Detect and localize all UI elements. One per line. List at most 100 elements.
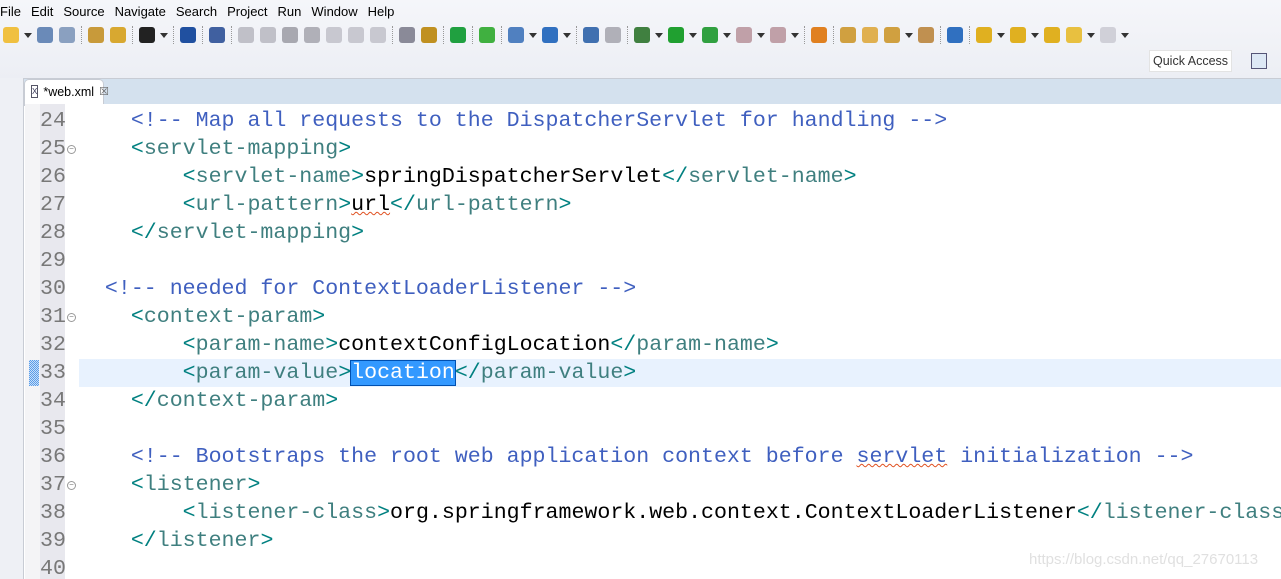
dropdown-arrow-icon[interactable] (563, 31, 571, 39)
xml-tag-name: listener (143, 473, 248, 497)
skip-breakpoints-icon[interactable] (209, 27, 225, 43)
code-line[interactable]: <context-param> (79, 303, 1281, 331)
line-number: 32 (40, 333, 66, 357)
dropdown-arrow-icon[interactable] (1087, 31, 1095, 39)
xml-comment: initialization --> (947, 445, 1194, 469)
line-number: 31 (40, 305, 66, 329)
dropdown-arrow-icon[interactable] (1031, 31, 1039, 39)
menu-edit[interactable]: Edit (31, 3, 60, 23)
dropdown-arrow-icon[interactable] (529, 31, 537, 39)
code-line[interactable] (79, 247, 1281, 275)
save-icon[interactable] (37, 27, 53, 43)
dropdown-arrow-icon[interactable] (24, 31, 32, 39)
code-line[interactable]: <servlet-mapping> (79, 135, 1281, 163)
next-annotation-icon[interactable] (976, 27, 992, 43)
run-icon[interactable] (668, 27, 684, 43)
new-spring-icon[interactable] (542, 27, 558, 43)
dropdown-arrow-icon[interactable] (723, 31, 731, 39)
spring-boot-icon[interactable] (450, 27, 466, 43)
close-icon[interactable]: ☒ (99, 85, 109, 106)
back-icon[interactable] (1066, 27, 1082, 43)
code-line[interactable]: <param-value>location</param-value> (79, 359, 1281, 387)
dropdown-arrow-icon[interactable] (757, 31, 765, 39)
pen-icon[interactable] (884, 27, 900, 43)
disconnect-icon[interactable] (304, 27, 320, 43)
quick-access-input[interactable]: Quick Access (1149, 50, 1232, 72)
code-line[interactable] (79, 415, 1281, 443)
forward-icon[interactable] (1100, 27, 1116, 43)
code-line[interactable]: <!-- Map all requests to the DispatcherS… (79, 107, 1281, 135)
code-line[interactable]: <url-pattern>url</url-pattern> (79, 191, 1281, 219)
dropdown-arrow-icon[interactable] (997, 31, 1005, 39)
menu-search[interactable]: Search (176, 3, 224, 23)
tab-web-xml[interactable]: X *web.xml ☒ (24, 79, 109, 106)
menu-source[interactable]: Source (63, 3, 111, 23)
open-type-icon[interactable] (88, 27, 104, 43)
open-archive-icon[interactable] (918, 27, 934, 43)
stop-icon[interactable] (736, 27, 752, 43)
code-line[interactable]: <listener> (79, 471, 1281, 499)
code-text: < (182, 361, 196, 385)
globe-icon[interactable] (947, 27, 963, 43)
code-text: < (182, 501, 196, 525)
step-over-icon[interactable] (348, 27, 364, 43)
dropdown-arrow-icon[interactable] (160, 31, 168, 39)
dropdown-arrow-icon[interactable] (689, 31, 697, 39)
fold-toggle-icon[interactable]: − (67, 313, 76, 322)
drop-to-frame-icon[interactable] (399, 27, 415, 43)
code-line[interactable]: </servlet-mapping> (79, 219, 1281, 247)
step-into-icon[interactable] (326, 27, 342, 43)
open-resource-icon[interactable] (110, 27, 126, 43)
console-icon[interactable] (180, 27, 196, 43)
new-server-icon[interactable] (508, 27, 524, 43)
fold-toggle-icon[interactable]: − (67, 145, 76, 154)
dropdown-arrow-icon[interactable] (905, 31, 913, 39)
code-line[interactable]: </context-param> (79, 387, 1281, 415)
menu-file[interactable]: File (0, 3, 28, 23)
run-external-tools-icon[interactable] (702, 27, 718, 43)
menu-project[interactable]: Project (227, 3, 274, 23)
code-line[interactable]: <listener-class>org.springframework.web.… (79, 499, 1281, 527)
suspend-icon[interactable] (260, 27, 276, 43)
use-step-filters-icon[interactable] (421, 27, 437, 43)
deploy-icon[interactable] (770, 27, 786, 43)
resume-icon[interactable] (238, 27, 254, 43)
line-number: 25 (40, 137, 66, 161)
code-text: </ (130, 529, 157, 553)
code-line[interactable]: <servlet-name>springDispatcherServlet</s… (79, 163, 1281, 191)
terminate-icon[interactable] (282, 27, 298, 43)
xml-tag-name: param-value (195, 361, 339, 385)
code-text: < (182, 193, 196, 217)
debug-icon[interactable] (634, 27, 650, 43)
open-folder-icon[interactable] (862, 27, 878, 43)
code-line[interactable]: <param-name>contextConfigLocation</param… (79, 331, 1281, 359)
toolbar-separator (576, 26, 577, 44)
xml-editor[interactable]: 24 <!-- Map all requests to the Dispatch… (25, 104, 1281, 579)
user-icon[interactable] (139, 27, 155, 43)
step-return-icon[interactable] (370, 27, 386, 43)
open-perspective-icon[interactable] (1251, 53, 1267, 69)
menu-navigate[interactable]: Navigate (115, 3, 173, 23)
open-project-icon[interactable] (840, 27, 856, 43)
misc-icon[interactable] (605, 27, 621, 43)
save-all-icon[interactable] (59, 27, 75, 43)
spring-notification-icon[interactable] (479, 27, 495, 43)
code-text: < (182, 165, 196, 189)
menu-run[interactable]: Run (278, 3, 309, 23)
code-line[interactable]: <!-- Bootstraps the root web application… (79, 443, 1281, 471)
line-number: 34 (40, 389, 66, 413)
dropdown-arrow-icon[interactable] (655, 31, 663, 39)
last-edit-location-icon[interactable] (1044, 27, 1060, 43)
fold-toggle-icon[interactable]: − (67, 481, 76, 490)
code-line[interactable]: <!-- needed for ContextLoaderListener --… (79, 275, 1281, 303)
dropdown-arrow-icon[interactable] (1121, 31, 1129, 39)
menu-help[interactable]: Help (368, 3, 402, 23)
menu-window[interactable]: Window (311, 3, 364, 23)
open-aspectj-icon[interactable] (811, 27, 827, 43)
previous-annotation-icon[interactable] (1010, 27, 1026, 43)
code-text: > (351, 221, 365, 245)
dropdown-arrow-icon[interactable] (791, 31, 799, 39)
run-server-icon[interactable] (583, 27, 599, 43)
new-icon[interactable] (3, 27, 19, 43)
